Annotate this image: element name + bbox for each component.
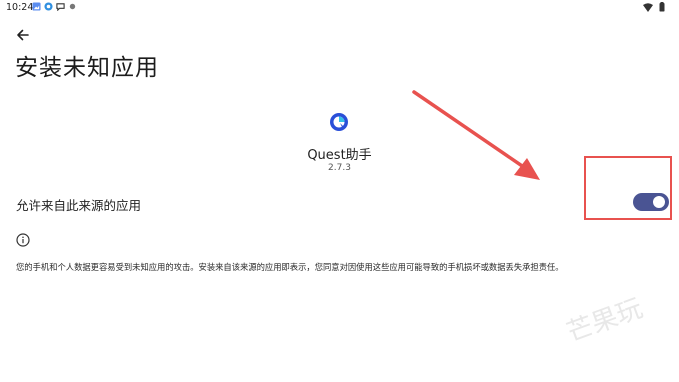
info-icon (16, 233, 30, 247)
warning-text: 您的手机和个人数据更容易受到未知应用的攻击。安装来自该来源的应用即表示，您同意对… (16, 262, 564, 272)
